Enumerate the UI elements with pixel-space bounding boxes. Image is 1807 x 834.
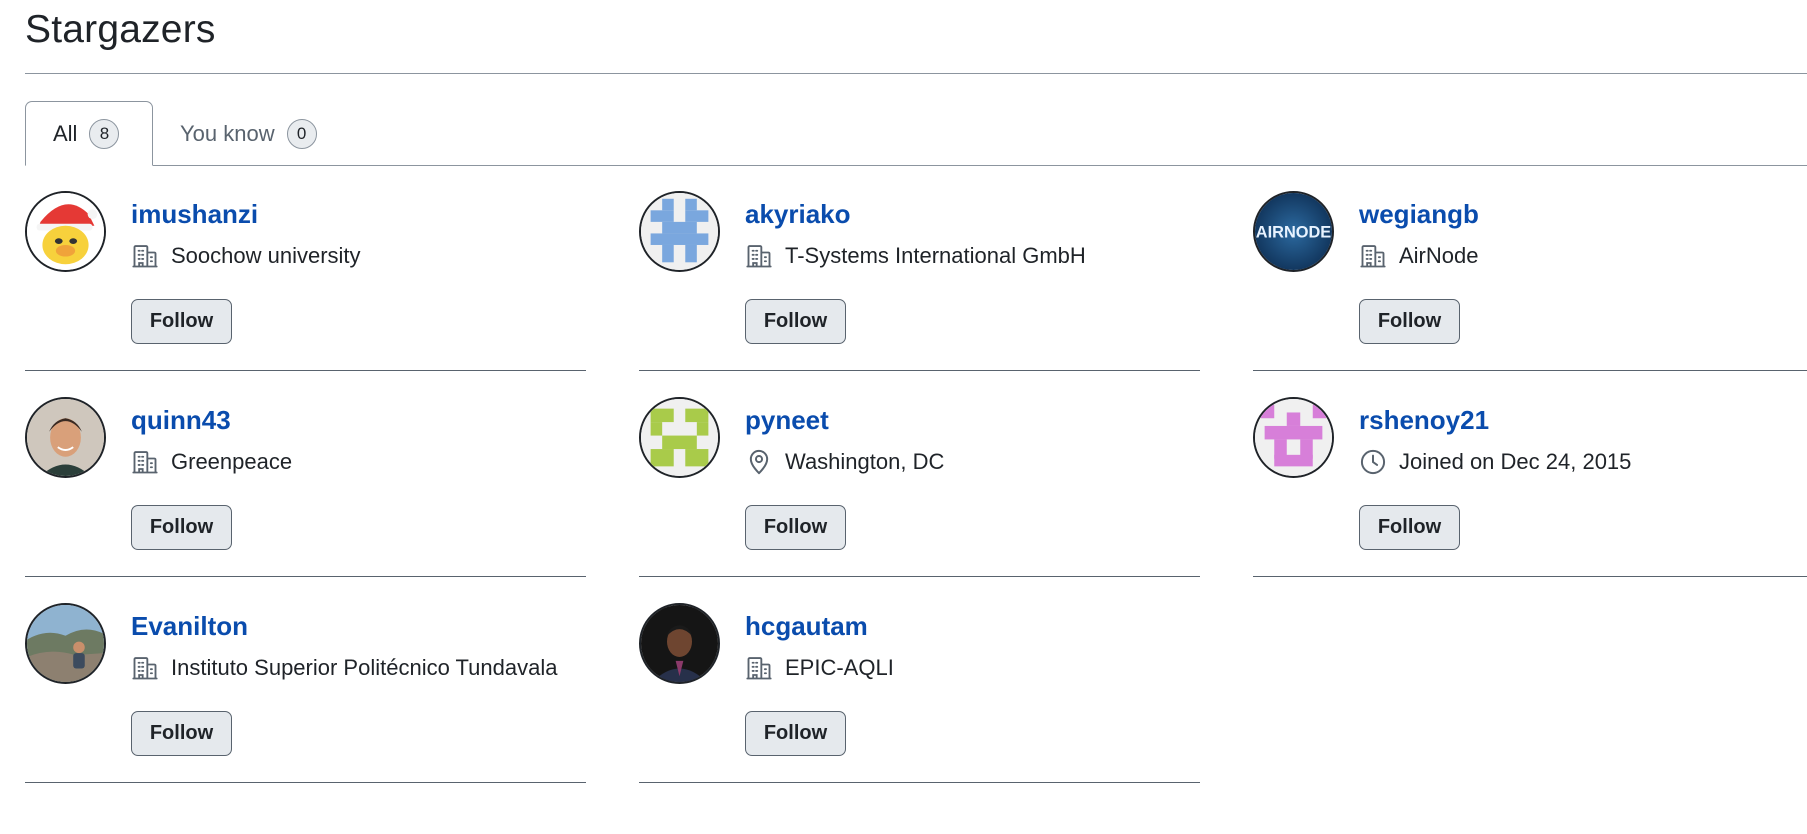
user-meta-text: Soochow university (171, 243, 361, 268)
organization-icon (131, 654, 159, 682)
avatar-image (641, 193, 718, 270)
user-meta-text: Instituto Superior Politécnico Tundavala (171, 655, 558, 680)
user-meta: Instituto Superior Politécnico Tundavala (131, 653, 557, 683)
organization-icon (745, 654, 773, 682)
avatar-image (641, 399, 718, 476)
organization-icon (1359, 242, 1387, 270)
user-meta-text: Joined on Dec 24, 2015 (1399, 449, 1632, 474)
follow-button[interactable]: Follow (131, 505, 232, 550)
tab-you-know[interactable]: You know 0 (180, 101, 317, 166)
username-link[interactable]: pyneet (745, 405, 829, 436)
avatar[interactable] (25, 397, 106, 478)
user-meta-text: Washington, DC (785, 449, 945, 474)
follow-button[interactable]: Follow (131, 711, 232, 756)
user-meta: Joined on Dec 24, 2015 (1359, 447, 1631, 477)
user-meta: Soochow university (131, 241, 361, 271)
avatar-image (1255, 399, 1332, 476)
stargazer-card: pyneet Washington, DC Follow (639, 371, 1200, 577)
tab-you-know-label: You know (180, 120, 275, 146)
user-meta-text: T-Systems International GmbH (785, 243, 1086, 268)
stargazer-card: rshenoy21 Joined on Dec 24, 2015 Follow (1253, 371, 1807, 577)
avatar[interactable]: AIRNODE (1253, 191, 1334, 272)
tab-all-label: All (53, 120, 78, 146)
stargazer-card: hcgautam EPIC-AQLI Follow (639, 577, 1200, 783)
avatar-image (641, 605, 718, 682)
user-meta: T-Systems International GmbH (745, 241, 1086, 271)
stargazer-card: imushanzi Soochow university Follow (25, 165, 586, 371)
username-link[interactable]: wegiangb (1359, 199, 1479, 230)
avatar[interactable] (1253, 397, 1334, 478)
organization-icon (745, 242, 773, 270)
tab-all-counter: 8 (89, 118, 120, 149)
avatar-image (27, 399, 104, 476)
title-divider (25, 73, 1807, 74)
username-link[interactable]: akyriako (745, 199, 851, 230)
organization-icon (131, 242, 159, 270)
clock-icon (1359, 448, 1387, 476)
stargazer-card: quinn43 Greenpeace Follow (25, 371, 586, 577)
avatar[interactable] (25, 603, 106, 684)
page-title: Stargazers (25, 8, 216, 51)
follow-button[interactable]: Follow (745, 299, 846, 344)
avatar-image (27, 193, 104, 270)
avatar-logo-text: AIRNODE (1256, 223, 1332, 241)
stargazer-card: AIRNODE wegiangb AirNode Follow (1253, 165, 1807, 371)
tab-nav: All 8 You know 0 (25, 101, 1807, 166)
stargazer-card: akyriako T-Systems International GmbH Fo… (639, 165, 1200, 371)
avatar-image: AIRNODE (1255, 193, 1332, 270)
follow-button[interactable]: Follow (131, 299, 232, 344)
user-meta-text: Greenpeace (171, 449, 293, 474)
user-meta: EPIC-AQLI (745, 653, 894, 683)
avatar[interactable] (639, 397, 720, 478)
follow-button[interactable]: Follow (745, 711, 846, 756)
stargazer-card: Evanilton Instituto Superior Politécnico… (25, 577, 586, 783)
card-divider (25, 782, 586, 783)
avatar[interactable] (639, 603, 720, 684)
user-meta-text: AirNode (1399, 243, 1479, 268)
username-link[interactable]: quinn43 (131, 405, 231, 436)
card-divider (1253, 576, 1807, 577)
user-meta-text: EPIC-AQLI (785, 655, 894, 680)
user-meta: Greenpeace (131, 447, 292, 477)
user-meta: Washington, DC (745, 447, 944, 477)
user-meta: AirNode (1359, 241, 1478, 271)
follow-button[interactable]: Follow (1359, 299, 1460, 344)
username-link[interactable]: rshenoy21 (1359, 405, 1489, 436)
tab-you-know-counter: 0 (286, 118, 317, 149)
organization-icon (131, 448, 159, 476)
username-link[interactable]: hcgautam (745, 611, 868, 642)
card-divider (639, 782, 1200, 783)
avatar-image (27, 605, 104, 682)
tab-all[interactable]: All 8 (25, 101, 153, 166)
avatar[interactable] (639, 191, 720, 272)
follow-button[interactable]: Follow (745, 505, 846, 550)
follow-button[interactable]: Follow (1359, 505, 1460, 550)
location-icon (745, 448, 773, 476)
username-link[interactable]: Evanilton (131, 611, 248, 642)
username-link[interactable]: imushanzi (131, 199, 258, 230)
avatar[interactable] (25, 191, 106, 272)
